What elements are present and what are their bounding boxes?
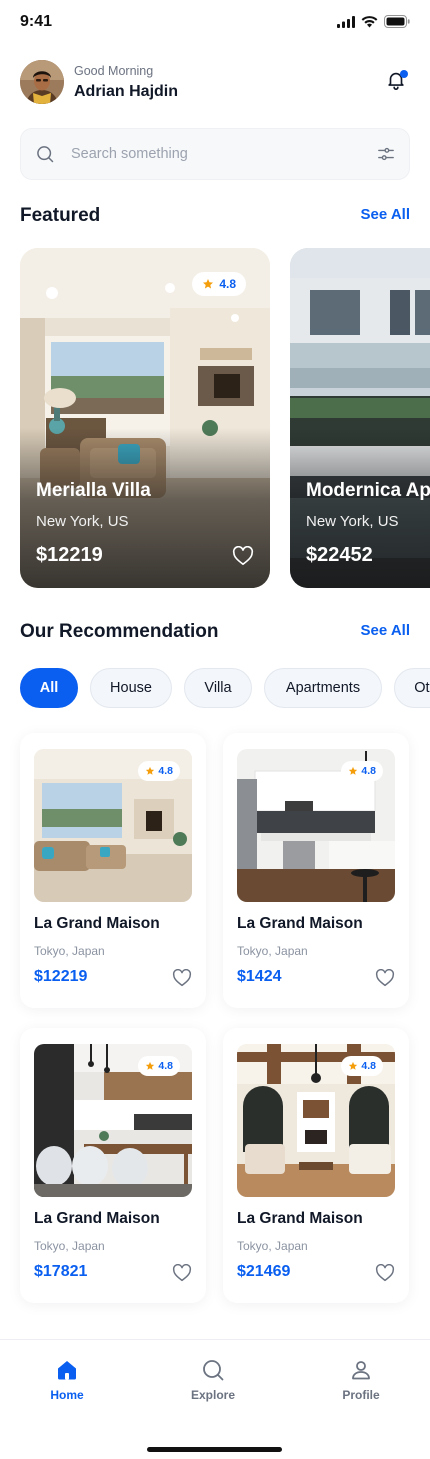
wifi-icon: [361, 15, 378, 27]
nav-home[interactable]: Home: [17, 1358, 117, 1410]
person-icon: [352, 1361, 370, 1380]
chip-apartments[interactable]: Apartments: [264, 668, 382, 708]
property-location: Tokyo, Japan: [34, 1239, 105, 1253]
search-icon: [203, 1360, 224, 1381]
property-photo: 4.8: [34, 1044, 192, 1197]
featured-card[interactable]: 4.8 Merialla Villa New York, US $12219: [20, 248, 270, 588]
user-name: Adrian Hajdin: [74, 83, 179, 100]
rating-value: 4.8: [219, 277, 236, 291]
greeting-text: Good Morning: [74, 64, 154, 78]
chip-all[interactable]: All: [20, 668, 78, 708]
property-photo: 4.8: [237, 1044, 395, 1197]
chip-villa[interactable]: Villa: [184, 668, 252, 708]
property-price: $1424: [237, 968, 282, 985]
nav-profile[interactable]: Profile: [311, 1358, 411, 1410]
property-name: La Grand Maison: [237, 915, 363, 932]
rating-badge: 4.8: [138, 761, 180, 781]
heart-icon[interactable]: [375, 1264, 395, 1282]
property-name: Modernica Apartment: [306, 480, 430, 501]
featured-carousel[interactable]: 4.8 Merialla Villa New York, US $12219 M…: [20, 248, 430, 588]
star-icon: [146, 766, 155, 775]
nav-profile-label: Profile: [342, 1388, 380, 1402]
recommendation-card[interactable]: 4.8 La Grand Maison Tokyo, Japan $17821: [20, 1028, 206, 1303]
property-price: $21469: [237, 1263, 291, 1280]
notification-button[interactable]: [382, 66, 410, 94]
rating-badge: 4.8: [341, 1056, 383, 1076]
status-icons: [337, 15, 410, 28]
property-location: Tokyo, Japan: [237, 944, 308, 958]
bottom-nav: Home Explore Profile: [0, 1339, 430, 1459]
rating-badge: 4.8: [341, 761, 383, 781]
recommendation-title: Our Recommendation: [20, 621, 219, 642]
property-photo: 4.8: [237, 749, 395, 902]
home-indicator: [147, 1447, 282, 1452]
featured-see-all-link[interactable]: See All: [361, 206, 410, 223]
rating-badge: 4.8: [192, 272, 246, 296]
star-icon: [349, 1061, 358, 1070]
rating-value: 4.8: [361, 1060, 376, 1072]
filter-icon[interactable]: [377, 145, 395, 163]
featured-title: Featured: [20, 205, 101, 226]
property-name: Merialla Villa: [36, 480, 151, 501]
property-location: Tokyo, Japan: [237, 1239, 308, 1253]
search-input[interactable]: [71, 129, 361, 179]
property-name: La Grand Maison: [34, 1210, 160, 1227]
property-photo: 4.8: [34, 749, 192, 902]
nav-explore[interactable]: Explore: [163, 1358, 263, 1410]
heart-icon[interactable]: [172, 969, 192, 987]
heart-icon[interactable]: [375, 969, 395, 987]
property-location: Tokyo, Japan: [34, 944, 105, 958]
chip-others[interactable]: Others: [394, 668, 430, 708]
recommendation-card[interactable]: 4.8 La Grand Maison Tokyo, Japan $12219: [20, 733, 206, 1008]
property-name: La Grand Maison: [237, 1210, 363, 1227]
heart-icon[interactable]: [232, 546, 254, 566]
star-icon: [349, 766, 358, 775]
signal-icon: [337, 15, 355, 28]
nav-explore-label: Explore: [190, 1388, 235, 1402]
property-price: $22452: [306, 544, 373, 566]
rating-value: 4.8: [158, 1060, 173, 1072]
nav-home-label: Home: [50, 1388, 84, 1402]
property-price: $17821: [34, 1263, 88, 1280]
property-price: $12219: [34, 968, 88, 985]
rating-value: 4.8: [158, 765, 173, 777]
avatar[interactable]: [20, 60, 64, 104]
search-bar: [20, 128, 410, 180]
home-icon: [58, 1361, 76, 1380]
notification-dot: [400, 70, 408, 78]
recommendation-see-all-link[interactable]: See All: [361, 622, 410, 639]
star-icon: [203, 279, 214, 289]
rating-value: 4.8: [361, 765, 376, 777]
property-location: New York, US: [36, 513, 129, 530]
featured-card[interactable]: Modernica Apartment New York, US $22452: [290, 248, 430, 588]
heart-icon[interactable]: [172, 1264, 192, 1282]
rating-badge: 4.8: [138, 1056, 180, 1076]
chip-house[interactable]: House: [90, 668, 172, 708]
status-time: 9:41: [20, 13, 53, 30]
recommendation-card[interactable]: 4.8 La Grand Maison Tokyo, Japan $1424: [223, 733, 409, 1008]
property-location: New York, US: [306, 513, 399, 530]
recommendation-card[interactable]: 4.8 La Grand Maison Tokyo, Japan $21469: [223, 1028, 409, 1303]
battery-icon: [384, 15, 410, 28]
header: Good Morning Adrian Hajdin: [20, 60, 410, 106]
star-icon: [146, 1061, 155, 1070]
status-bar: 9:41: [0, 0, 430, 44]
search-icon: [37, 146, 54, 163]
property-name: La Grand Maison: [34, 915, 160, 932]
property-price: $12219: [36, 544, 103, 566]
filter-chips: All House Villa Apartments Others: [20, 668, 430, 710]
